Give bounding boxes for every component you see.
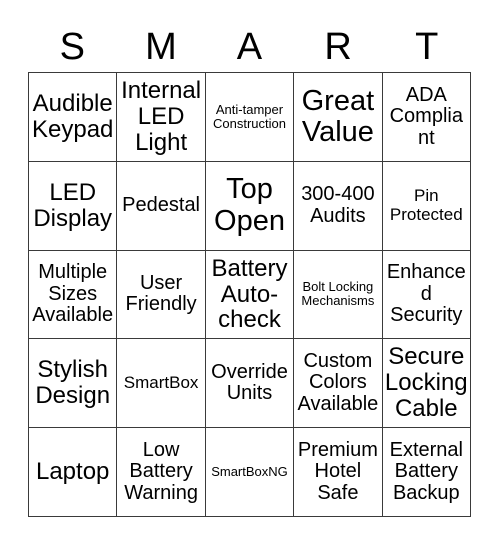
bingo-cell[interactable]: User Friendly: [117, 250, 206, 340]
bingo-cell[interactable]: Override Units: [205, 339, 295, 429]
bingo-grid: Audible Keypad Internal LED Light Anti-tam…: [28, 72, 471, 517]
bingo-cell-label: Bolt Locking Mechanisms: [301, 279, 375, 309]
bingo-cell-label: Secure Locking Cable: [384, 343, 468, 423]
bingo-cell-label: User Friendly: [125, 271, 197, 316]
bingo-cell[interactable]: Laptop: [29, 428, 118, 517]
bingo-cell[interactable]: Bolt Locking Mechanisms: [294, 250, 383, 340]
bingo-cell-label: Pedestal: [122, 193, 201, 216]
bingo-cell[interactable]: Pin Protected: [382, 161, 471, 251]
bingo-cell-label: Top Open: [214, 173, 285, 237]
bingo-cell-label: External Battery Backup: [389, 438, 463, 504]
bingo-cell[interactable]: External Battery Backup: [382, 428, 471, 517]
bingo-header: S M A R T: [28, 22, 471, 72]
bingo-cell-label: Override Units: [211, 360, 288, 405]
bingo-cell[interactable]: LED Display: [29, 161, 118, 251]
bingo-cell-label: ADA Compliant: [389, 83, 463, 149]
bingo-cell[interactable]: ADA Compliant: [382, 73, 471, 162]
bingo-cell[interactable]: Pedestal: [117, 161, 206, 251]
bingo-cell-label: Internal LED Light: [121, 77, 202, 156]
bingo-cell-label: Battery Auto-check: [211, 254, 288, 334]
bingo-cell[interactable]: Audible Keypad: [29, 73, 118, 162]
header-letter-0: S: [59, 26, 85, 68]
header-letter-1: M: [145, 26, 177, 68]
bingo-cell-label: Low Battery Warning: [124, 438, 198, 504]
bingo-cell-label: Enhanced Security: [386, 261, 466, 327]
bingo-cell-label: Pin Protected: [389, 186, 463, 224]
bingo-card: S M A R T Audible Keypad Internal LED Lig…: [0, 0, 500, 544]
bingo-cell[interactable]: Secure Locking Cable: [382, 339, 471, 429]
bingo-cell[interactable]: SmartBox: [117, 339, 206, 429]
bingo-cell[interactable]: Enhanced Security: [382, 250, 471, 340]
bingo-cell[interactable]: Anti-tamper Construction: [205, 73, 295, 162]
bingo-cell-label: Multiple Sizes Available: [32, 261, 114, 327]
bingo-cell[interactable]: Premium Hotel Safe: [294, 428, 383, 517]
bingo-cell-label: SmartBoxNG: [211, 464, 288, 480]
bingo-cell-label: 300-400 Audits: [301, 183, 375, 227]
header-letter-4: T: [415, 26, 439, 68]
bingo-cell-label: Laptop: [35, 458, 110, 486]
bingo-cell[interactable]: Low Battery Warning: [117, 428, 206, 517]
bingo-cell[interactable]: 300-400 Audits: [294, 161, 383, 251]
bingo-cell-label: Stylish Design: [35, 356, 111, 410]
bingo-cell[interactable]: Battery Auto-check: [205, 250, 295, 340]
bingo-cell[interactable]: Multiple Sizes Available: [29, 250, 118, 340]
bingo-cell[interactable]: Top Open: [205, 161, 295, 251]
bingo-cell[interactable]: Stylish Design: [29, 339, 118, 429]
bingo-cell[interactable]: SmartBoxNG: [205, 428, 295, 517]
bingo-cell-label: Premium Hotel Safe: [297, 438, 378, 504]
header-letter-2: A: [236, 26, 263, 68]
header-letter-3: R: [324, 26, 352, 68]
bingo-cell-label: Anti-tamper Construction: [213, 101, 286, 131]
bingo-cell-label: Audible Keypad: [31, 89, 114, 143]
bingo-cell[interactable]: Custom Colors Available: [294, 339, 383, 429]
bingo-cell-label: Great Value: [301, 84, 375, 148]
bingo-cell-label: LED Display: [33, 178, 113, 232]
bingo-cell-label: SmartBox: [123, 373, 199, 393]
bingo-cell-label: Custom Colors Available: [297, 349, 379, 416]
bingo-cell[interactable]: Great Value: [294, 73, 383, 162]
bingo-cell[interactable]: Internal LED Light: [117, 73, 206, 162]
